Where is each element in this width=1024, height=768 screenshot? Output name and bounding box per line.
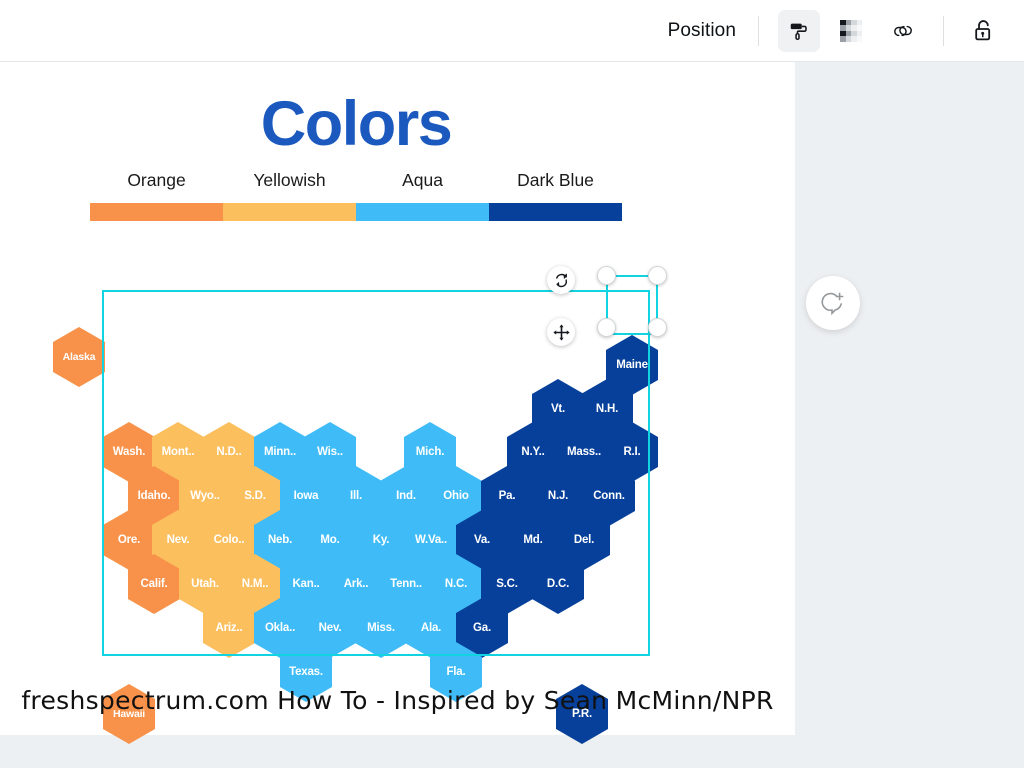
hex-label: Nev. xyxy=(166,534,190,546)
move-icon xyxy=(553,324,569,340)
hex-label: Ore. xyxy=(117,534,141,546)
hex-label: Iowa xyxy=(293,490,319,502)
hex-label: Okla.. xyxy=(264,622,296,634)
toolbar-group-lock xyxy=(944,10,1024,52)
hex-label: Kan.. xyxy=(292,578,320,590)
hex-label: W.Va.. xyxy=(414,534,448,546)
hex-label: Ark.. xyxy=(343,578,369,590)
top-toolbar: Position xyxy=(0,0,1024,62)
hex-label: Pa. xyxy=(498,490,516,502)
hex-label: Ky. xyxy=(372,534,390,546)
hex-label: Wis.. xyxy=(317,446,343,458)
hex-label: Md. xyxy=(523,534,543,546)
hex-label: Idaho. xyxy=(137,490,171,502)
paint-roller-button[interactable] xyxy=(778,9,820,52)
hex-label: Colo.. xyxy=(213,534,245,546)
hex-label: N.C. xyxy=(444,578,468,590)
hex-label: Mich. xyxy=(415,446,445,458)
hex-label: N.D.. xyxy=(216,446,242,458)
hex-label: Mass.. xyxy=(567,446,601,458)
slide-canvas[interactable]: Colors Orange Yellowish Aqua Dark Blue Alas… xyxy=(0,62,795,744)
hex-label: Ill. xyxy=(350,490,362,502)
hex-label: Vt. xyxy=(550,403,566,415)
hex-label: Fla. xyxy=(446,666,466,678)
move-button[interactable] xyxy=(547,318,575,346)
hex-label: Maine xyxy=(616,359,648,371)
hex-label: Ala. xyxy=(420,622,442,634)
hex-label: Neb. xyxy=(267,534,293,546)
hex-label: D.C. xyxy=(546,578,570,590)
hex-label: Miss. xyxy=(367,622,395,634)
transparency-icon xyxy=(840,19,862,42)
hex-label: Utah. xyxy=(191,578,219,590)
hex-label: Va. xyxy=(473,534,491,546)
link-icon xyxy=(894,25,912,36)
hex-label: S.D. xyxy=(244,490,266,502)
hex-label: R.I. xyxy=(623,446,641,458)
hex-label: Mo. xyxy=(320,534,340,546)
app-root: Position Colors Orange Yellowish Aqua Da… xyxy=(0,0,1024,768)
hex-label: Alaska xyxy=(62,351,96,363)
hex-label: Ariz.. xyxy=(215,622,243,634)
hex-label: Del. xyxy=(573,534,595,546)
add-comment-icon xyxy=(821,292,844,316)
resize-handle-top-left[interactable] xyxy=(597,266,616,285)
hex-label: Tenn.. xyxy=(390,578,422,590)
resize-handle-bottom-right[interactable] xyxy=(648,318,667,337)
transparency-button[interactable] xyxy=(830,10,872,52)
hex-label: Mont.. xyxy=(161,446,195,458)
resize-handle-top-right[interactable] xyxy=(648,266,667,285)
unlock-icon xyxy=(975,19,991,40)
hex-label: Texas. xyxy=(289,666,323,678)
hex-label: Minn.. xyxy=(263,446,296,458)
hex-alaska[interactable]: Alaska xyxy=(53,327,105,387)
hex-label: Wash. xyxy=(112,446,146,458)
rotate-icon xyxy=(555,273,567,287)
hex-label: Nev. xyxy=(318,622,342,634)
hex-label: Ga. xyxy=(473,622,491,634)
hex-label: N.H. xyxy=(595,403,619,415)
toolbar-group-style xyxy=(759,9,943,52)
add-comment-button[interactable] xyxy=(806,276,860,330)
slide-caption[interactable]: freshspectrum.com How To - Inspired by S… xyxy=(0,686,795,715)
hex-label: N.Y.. xyxy=(521,446,545,458)
hex-label: N.M.. xyxy=(241,578,269,590)
hex-label: Wyo.. xyxy=(190,490,220,502)
rotate-button[interactable] xyxy=(547,266,575,294)
hex-label: Ind. xyxy=(396,490,416,502)
hex-label: Calif. xyxy=(140,578,168,590)
hex-label: Ohio xyxy=(443,490,469,502)
hex-label: N.J. xyxy=(547,490,569,502)
paint-roller-icon xyxy=(790,23,807,40)
resize-handle-bottom-left[interactable] xyxy=(597,318,616,337)
unlock-button[interactable] xyxy=(963,10,1005,52)
position-label[interactable]: Position xyxy=(668,20,736,42)
hex-map: Alaska Maine Vt. N.H. Wash. Mont.. N.D.. Minn..… xyxy=(0,62,795,744)
link-button[interactable] xyxy=(882,10,924,52)
hex-label: S.C. xyxy=(496,578,518,590)
hex-label: Conn. xyxy=(593,490,625,502)
